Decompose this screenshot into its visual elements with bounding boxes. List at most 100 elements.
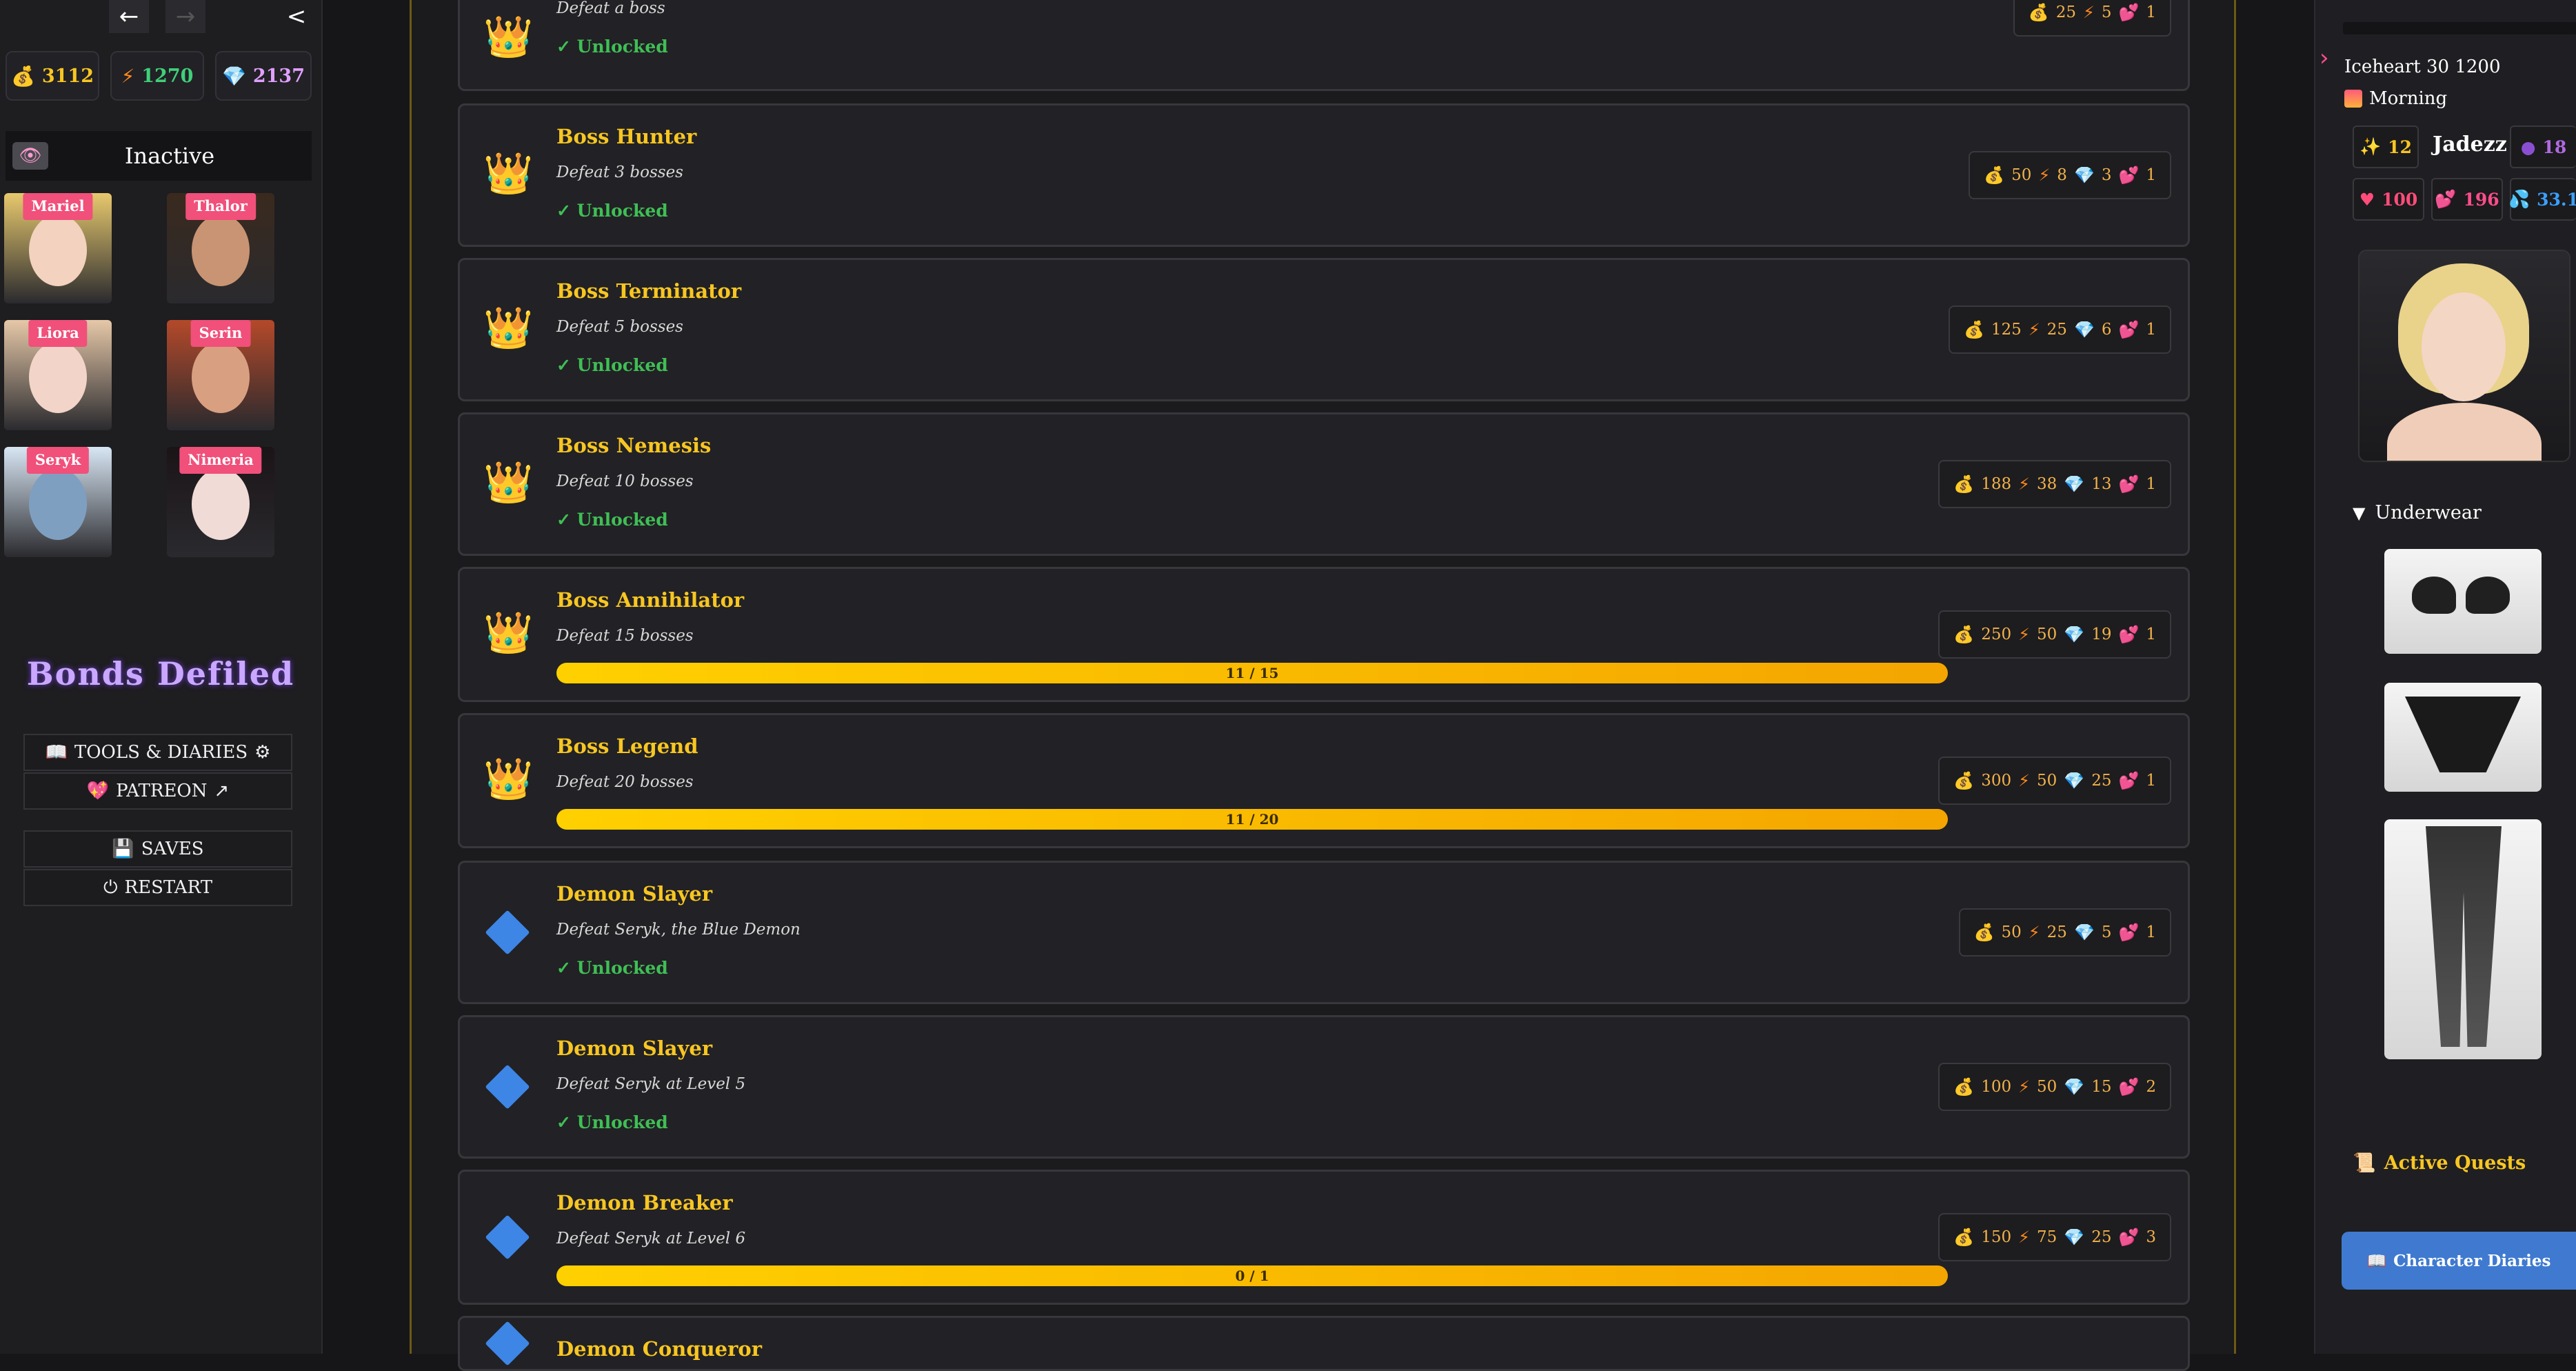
external-link-icon: ↗ [214, 781, 230, 801]
energy-value: 1270 [141, 65, 194, 87]
character-diaries-button[interactable]: 📖 Character Diaries [2342, 1232, 2576, 1290]
reward-value: 125 [1991, 321, 2022, 339]
lightning-icon: ⚡ [121, 64, 135, 88]
sparkle-value: 12 [2388, 137, 2412, 157]
portrait-face [192, 468, 250, 541]
reward-value: 300 [1981, 772, 2012, 790]
panel-border-left [410, 0, 412, 1354]
unlocked-status: ✓ Unlocked [556, 355, 668, 375]
reward-value: 50 [2037, 1078, 2057, 1096]
reward-box: 💰 100 ⚡ 50 💎 15 💕 2 [1938, 1063, 2171, 1111]
money-bag-icon: 💰 [1953, 1077, 1975, 1097]
forward-button[interactable]: → [165, 0, 205, 33]
saves-button[interactable]: 💾 SAVES [23, 830, 292, 868]
lightning-icon: ⚡ [2028, 923, 2040, 942]
reward-box: 💰 300 ⚡ 50 💎 25 💕 1 [1938, 757, 2171, 805]
reward-value: 2 [2146, 1078, 2156, 1096]
achievement-card: Demon Breaker Defeat Seryk at Level 6 0 / … [458, 1170, 2190, 1305]
reward-value: 50 [2001, 923, 2022, 941]
reward-value: 75 [2037, 1228, 2057, 1246]
achievement-card: Demon Conqueror [458, 1316, 2190, 1371]
achievement-description: Defeat 3 bosses [556, 163, 683, 181]
crown-icon: 👑 [483, 13, 534, 60]
collapse-sidebar-button[interactable]: < [283, 0, 310, 33]
gem-icon: 💎 [2064, 1228, 2085, 1247]
health-value: 100 [2382, 189, 2418, 210]
tools-diaries-button[interactable]: 📖 TOOLS & DIARIES ⚙ [23, 734, 292, 771]
crown-icon: 👑 [483, 150, 534, 197]
sparkle-stat: ✨ 12 [2353, 126, 2419, 168]
unlocked-status: ✓ Unlocked [556, 1112, 668, 1132]
reward-value: 50 [2037, 772, 2057, 790]
patreon-label: PATREON [116, 781, 208, 801]
character-portrait-mariel[interactable]: Mariel [4, 193, 112, 303]
gold-value: 3112 [41, 65, 94, 87]
visibility-toggle[interactable]: 👁 [12, 142, 48, 170]
achievement-card: 👑 Boss Hunter Defeat 3 bosses ✓ Unlocked 💰 50… [458, 103, 2190, 247]
reward-value: 3 [2101, 166, 2112, 184]
money-bag-icon: 💰 [1953, 771, 1975, 790]
character-portrait [2358, 250, 2570, 462]
reward-value: 150 [1981, 1228, 2012, 1246]
location-label: Iceheart 30 1200 [2344, 57, 2501, 77]
character-portrait-thalor[interactable]: Thalor [167, 193, 274, 303]
lightning-icon: ⚡ [2018, 474, 2031, 494]
money-bag-icon: 💰 [2028, 3, 2049, 22]
underwear-section-header[interactable]: ▼ Underwear [2353, 502, 2482, 523]
gear-icon: ⚙ [254, 742, 271, 763]
game-title: Bonds Defiled [26, 655, 295, 692]
character-portrait-seryk[interactable]: Seryk [4, 447, 112, 557]
progress-label: 11 / 15 [1225, 665, 1279, 681]
bra-item[interactable] [2384, 549, 2542, 654]
lightning-icon: ⚡ [2018, 771, 2031, 790]
reward-value: 50 [2011, 166, 2032, 184]
diamond-icon [485, 910, 530, 955]
time-of-day: Morning [2344, 88, 2447, 109]
reward-value: 1 [2146, 475, 2156, 493]
reward-value: 25 [2091, 1228, 2112, 1246]
gem-icon: 💎 [2073, 320, 2095, 339]
patreon-button[interactable]: 💖 PATREON ↗ [23, 772, 292, 810]
two-hearts-icon: 💕 [2118, 771, 2140, 790]
reward-value: 15 [2091, 1078, 2112, 1096]
lightning-icon: ⚡ [2082, 3, 2095, 22]
orb-stat: ● 18 [2510, 126, 2576, 168]
active-quests-header[interactable]: 📜 Active Quests [2353, 1152, 2526, 1174]
unlocked-status: ✓ Unlocked [556, 510, 668, 530]
left-sidebar: ← → < 💰 3112 ⚡ 1270 💎 2137 👁 Inactive Ma… [0, 0, 323, 1354]
reward-value: 50 [2037, 626, 2057, 643]
lightning-icon: ⚡ [2018, 1077, 2031, 1097]
reward-value: 250 [1981, 626, 2012, 643]
unlocked-status: ✓ Unlocked [556, 201, 668, 221]
portrait-face [192, 341, 250, 414]
stockings-item[interactable] [2384, 819, 2542, 1059]
gem-counter: 💎 2137 [215, 51, 312, 101]
panties-item[interactable] [2384, 683, 2542, 792]
achievement-description: Defeat 5 bosses [556, 318, 683, 336]
sparkle-icon: ✨ [2359, 137, 2382, 157]
character-portrait-nimeria[interactable]: Nimeria [167, 447, 274, 557]
character-portrait-liora[interactable]: Liora [4, 320, 112, 430]
progress-bar: 0 / 1 [556, 1265, 1948, 1286]
achievement-description: Defeat Seryk at Level 6 [556, 1230, 746, 1248]
achievement-title: Boss Hunter [556, 125, 697, 148]
money-bag-icon: 💰 [1973, 923, 1995, 942]
arrow-left-icon: ← [119, 3, 139, 30]
achievement-description: Defeat 10 bosses [556, 472, 694, 490]
reward-value: 1 [2146, 626, 2156, 643]
reward-value: 188 [1981, 475, 2012, 493]
character-portrait-serin[interactable]: Serin [167, 320, 274, 430]
power-icon: ⏻ [103, 877, 118, 898]
gem-icon: 💎 [2064, 1077, 2085, 1097]
reward-value: 1 [2146, 321, 2156, 339]
scroll-track [2343, 22, 2576, 34]
lightning-icon: ⚡ [2028, 320, 2040, 339]
achievement-description: Defeat 20 bosses [556, 773, 694, 791]
time-of-day-label: Morning [2369, 88, 2448, 109]
reward-value: 5 [2101, 923, 2112, 941]
restart-button[interactable]: ⏻ RESTART [23, 869, 292, 906]
reward-box: 💰 50 ⚡ 25 💎 5 💕 1 [1958, 908, 2171, 957]
diamond-icon [485, 1064, 530, 1110]
back-button[interactable]: ← [109, 0, 149, 33]
chevron-right-icon[interactable]: › [2320, 44, 2329, 72]
